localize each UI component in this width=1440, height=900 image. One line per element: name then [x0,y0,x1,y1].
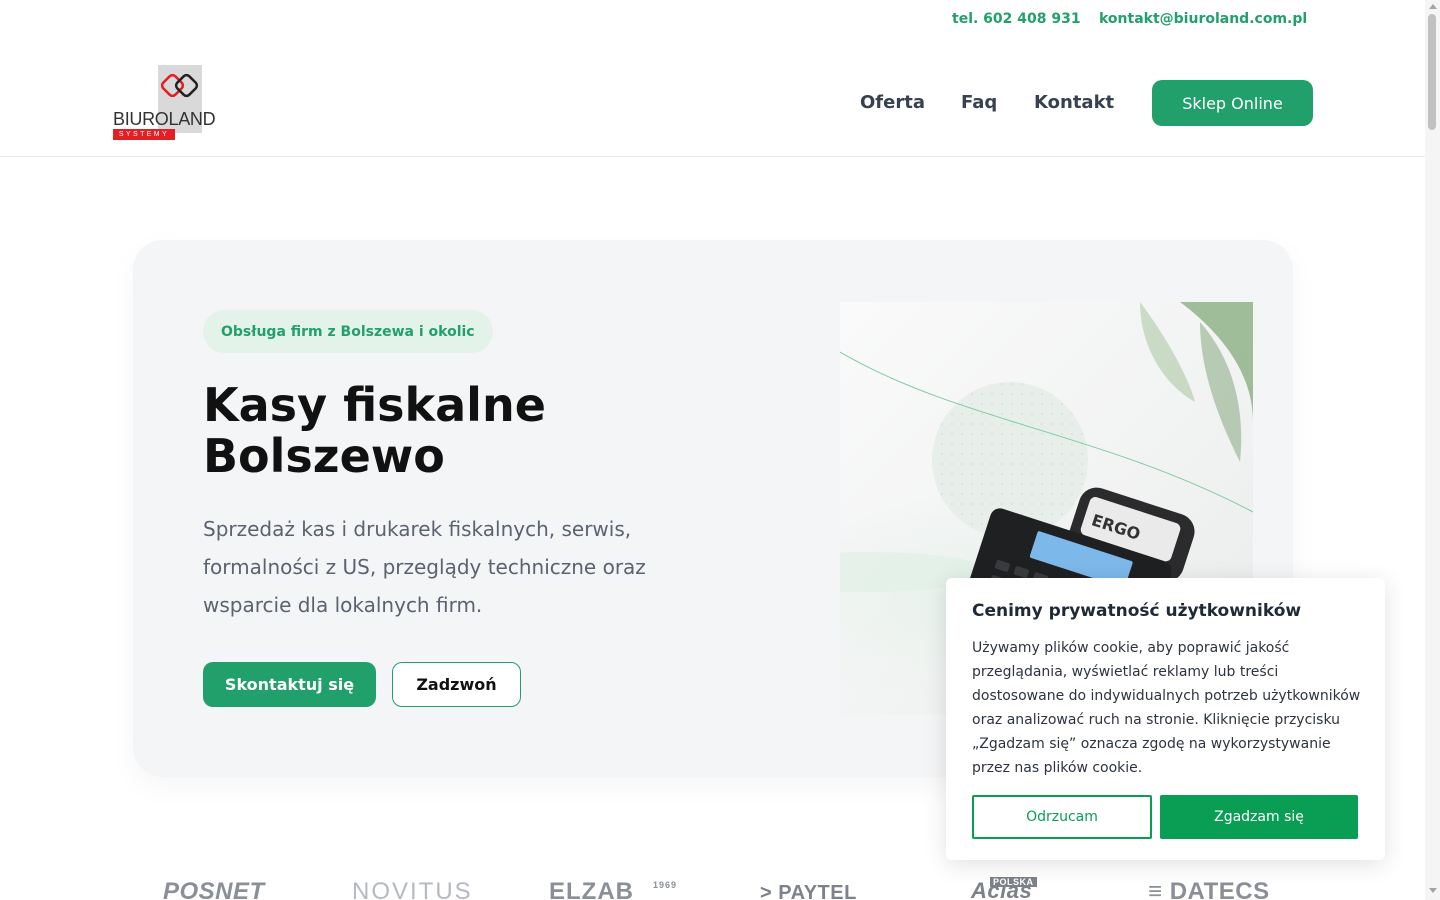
call-button[interactable]: Zadzwoń [392,662,521,707]
nav-kontakt[interactable]: Kontakt [1034,92,1114,113]
scrollbar-thumb[interactable] [1428,14,1436,130]
elzab-year: 1969 [653,880,678,890]
hero-title: Kasy fiskalne Bolszewo [203,380,723,482]
novitus-logo: NOVITUS [352,878,473,900]
datecs-logo-text: DATECS [1169,878,1270,900]
elzab-logo: ELZAB 1969 [549,878,676,900]
datecs-logo: ≡ DATECS [1148,878,1270,900]
posnet-logo: POSNET [163,878,265,900]
paytel-chevron-icon: > [760,882,779,900]
scroll-down-arrow-icon[interactable] [1429,888,1437,893]
aclas-logo: POLSKA Aclas [971,877,1037,900]
contact-bar: tel. 602 408 931 kontakt@biuroland.com.p… [0,0,1425,40]
logo-text: BIUROLAND [113,109,216,129]
phone-link[interactable]: tel. 602 408 931 [952,11,1081,27]
hero-title-line-2: Bolszewo [203,429,445,483]
site-header: BIUROLAND SYSTEMY Oferta Faq Kontakt Skl… [0,40,1425,157]
paytel-logo: > PAYTEL [760,882,857,900]
nav-faq[interactable]: Faq [961,92,997,113]
cookie-consent-dialog: Cenimy prywatność użytkowników Używamy p… [946,578,1385,860]
brand-logos-strip: POSNET NOVITUS ELZAB 1969 > PAYTEL POLSK… [0,868,1425,900]
elzab-logo-text: ELZAB [549,878,634,900]
hero-title-line-1: Kasy fiskalne [203,378,546,432]
cookie-text: Używamy plików cookie, aby poprawić jako… [972,640,1361,776]
email-link[interactable]: kontakt@biuroland.com.pl [1099,11,1307,27]
shop-online-button[interactable]: Sklep Online [1152,80,1313,126]
aclas-polska-badge: POLSKA [990,877,1037,887]
vertical-scrollbar[interactable] [1425,0,1440,900]
datecs-stripes-icon: ≡ [1148,878,1163,900]
paytel-logo-text: PAYTEL [778,882,857,900]
location-badge: Obsługa firm z Bolszewa i okolic [203,310,493,353]
logo-subtext: SYSTEMY [113,129,175,140]
cookie-title: Cenimy prywatność użytkowników [972,601,1302,621]
cookie-reject-button[interactable]: Odrzucam [972,795,1152,839]
cookie-accept-button[interactable]: Zgadzam się [1160,795,1358,839]
hero-description: Sprzedaż kas i drukarek fiskalnych, serw… [203,517,646,617]
nav-oferta[interactable]: Oferta [860,92,925,113]
scroll-up-arrow-icon[interactable] [1429,4,1437,9]
contact-button[interactable]: Skontaktuj się [203,662,376,707]
biuroland-logo[interactable]: BIUROLAND SYSTEMY [112,65,216,141]
